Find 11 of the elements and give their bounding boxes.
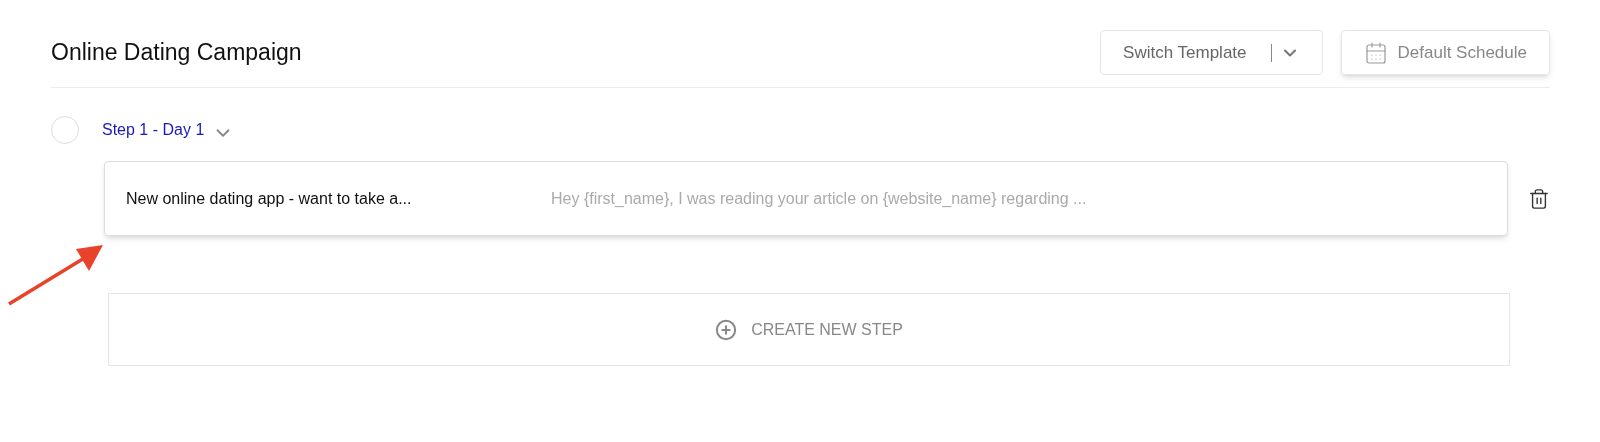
default-schedule-button[interactable]: Default Schedule xyxy=(1340,30,1550,75)
email-step-card[interactable]: New online dating app - want to take a... Hey {first_name}, I was reading your article on {website_name} regarding ... xyxy=(104,161,1509,236)
trash-icon[interactable] xyxy=(1528,187,1550,210)
plus-circle-icon xyxy=(715,318,738,341)
page-title: Online Dating Campaign xyxy=(51,38,302,68)
create-new-step-button[interactable]: CREATE NEW STEP xyxy=(715,317,903,342)
step-title[interactable]: Step 1 - Day 1 xyxy=(102,118,205,142)
email-subject: New online dating app - want to take a... xyxy=(126,188,413,209)
switch-template-dropdown[interactable]: Switch Template xyxy=(1100,30,1323,75)
calendar-icon xyxy=(1363,40,1388,65)
email-preview: Hey {first_name}, I was reading your article on {website_name} regarding ... xyxy=(551,188,1087,209)
